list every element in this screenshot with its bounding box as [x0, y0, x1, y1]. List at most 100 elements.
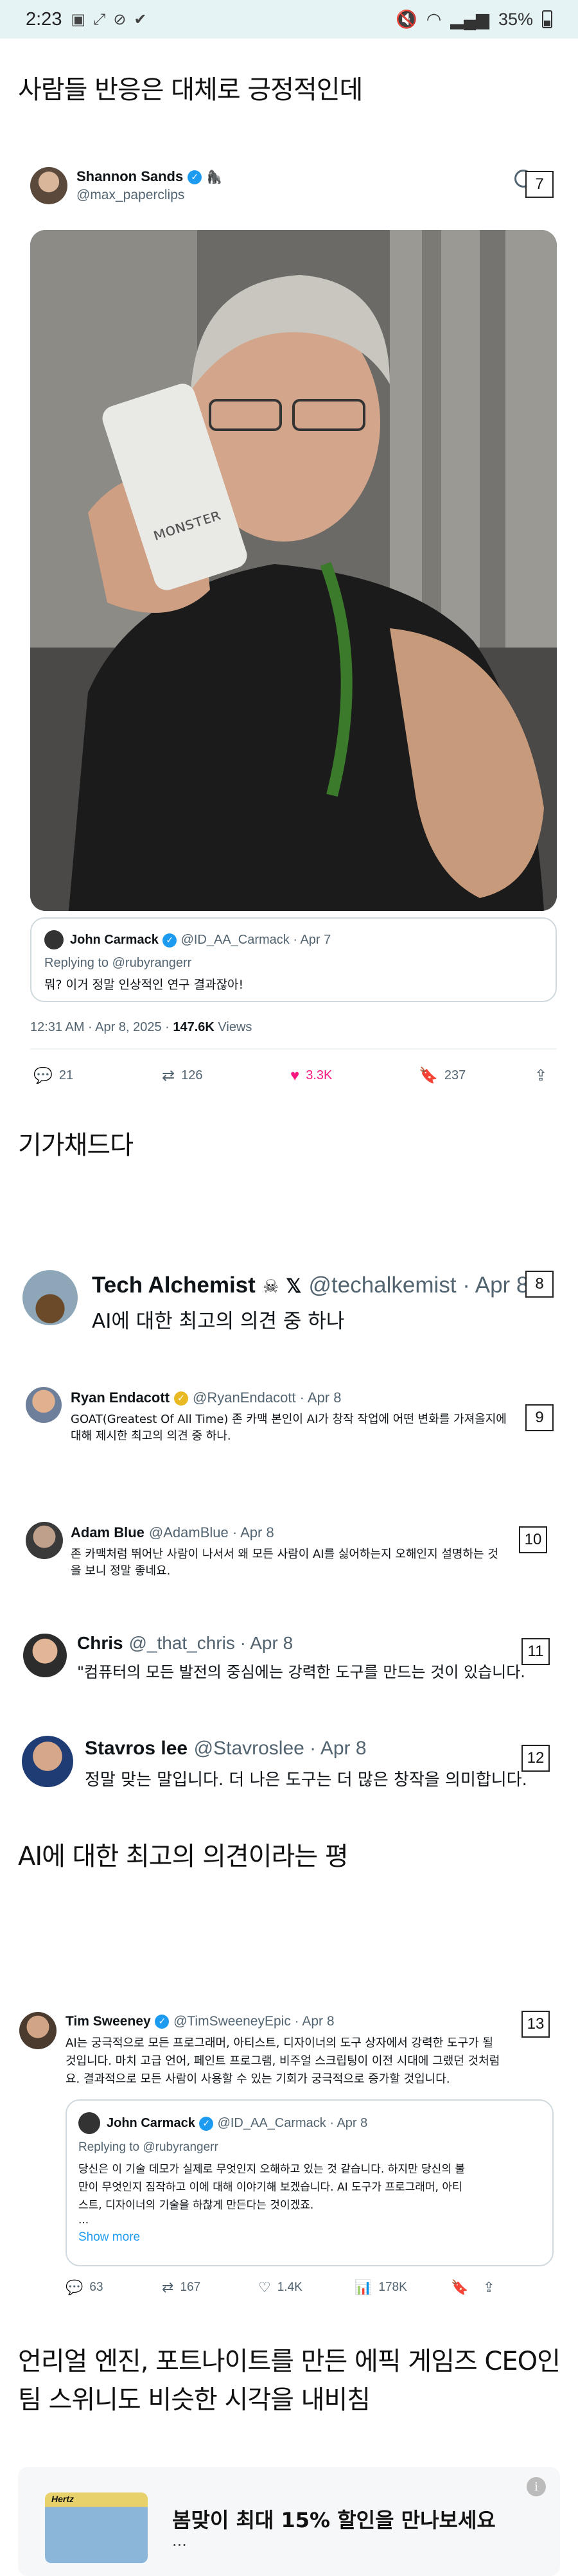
- tweet-text-line2: 것입니다. 마치 고급 언어, 페인트 프로그램, 비주얼 스크립팅이 이전 시…: [66, 2054, 500, 2068]
- retweet-button[interactable]: ⇄ 126: [162, 1066, 290, 1085]
- verified-icon: ✓: [188, 170, 202, 184]
- like-button[interactable]: ♡ 1.4K: [258, 2279, 355, 2296]
- share-icon: ⇪: [534, 1067, 548, 1084]
- author-name[interactable]: Shannon Sands: [76, 168, 183, 184]
- tweet-text-line3: 요. 결과적으로 모든 사람이 사용할 수 있는 기회가 궁극적으로 증가할 것…: [66, 2072, 450, 2086]
- author-handle[interactable]: @RyanEndacott · Apr 8: [193, 1389, 341, 1406]
- tweet-actions-2: 💬 63 ⇄ 167 ♡ 1.4K 📊 178K 🔖 ⇪: [66, 2279, 554, 2296]
- avatar[interactable]: [23, 1634, 67, 1677]
- author-handle[interactable]: @AdamBlue · Apr 8: [149, 1524, 274, 1540]
- tweet-stavros-lee: Stavros lee @Stavroslee · Apr 8 정말 맞는 말입…: [19, 1728, 559, 1799]
- wifi-icon: ◠: [426, 9, 442, 29]
- tweet-photo[interactable]: ᴍᴏɴsᴛᴇʀ: [30, 230, 557, 911]
- retweet-button[interactable]: ⇄ 167: [162, 2279, 258, 2296]
- quoted-tweet-carmack[interactable]: John Carmack ✓ @ID_AA_Carmack · Apr 7 Re…: [30, 917, 557, 1002]
- views-icon: 📊: [355, 2279, 372, 2295]
- quote-ellipsis: ...: [78, 2214, 89, 2227]
- heart-outline-icon: ♡: [258, 2279, 271, 2295]
- paperclip-emoji-icon: 🦍: [206, 169, 223, 184]
- author-handle[interactable]: @Stavroslee · Apr 8: [194, 1738, 367, 1759]
- quote-text: 뭐? 이거 정말 인상적인 연구 결과잖아!: [44, 978, 244, 992]
- ad-title[interactable]: 봄맞이 최대 15% 할인을 만나보세요: [172, 2504, 496, 2534]
- quoted-tweet-carmack-2[interactable]: John Carmack ✓ @ID_AA_Carmack · Apr 8 Re…: [66, 2099, 554, 2266]
- tweet-text-line1: AI는 궁극적으로 모든 프로그래머, 아티스트, 디자이너의 도구 상자에서 …: [66, 2036, 493, 2050]
- quote-author-handle: @ID_AA_Carmack · Apr 8: [217, 2116, 368, 2130]
- avatar[interactable]: [22, 1270, 78, 1325]
- tweet-actions: 💬 21 ⇄ 126 ♥ 3.3K 🔖 237 ⇪: [33, 1066, 560, 1085]
- bookmark-button[interactable]: 🔖: [451, 2279, 483, 2296]
- author-name[interactable]: Tim Sweeney: [66, 2014, 151, 2029]
- annotation-badge: 12: [521, 1745, 550, 1772]
- ad-info-icon[interactable]: i: [527, 2477, 546, 2496]
- avatar[interactable]: [26, 1387, 62, 1423]
- photo-illustration: ᴍᴏɴsᴛᴇʀ: [30, 230, 557, 911]
- quote-reply-to: Replying to @rubyrangerr: [44, 956, 192, 970]
- avatar[interactable]: [30, 167, 67, 204]
- tweet-meta: 12:31 AM · Apr 8, 2025 · 147.6K Views: [30, 1020, 252, 1035]
- like-button[interactable]: ♥ 3.3K: [290, 1067, 419, 1085]
- post-text-1: 사람들 반응은 대체로 긍정적인데: [18, 75, 363, 105]
- bookmark-icon: 🔖: [451, 2279, 469, 2295]
- reply-button[interactable]: 💬 21: [33, 1066, 162, 1085]
- bookmark-icon: 🔖: [419, 1067, 438, 1084]
- quote-author-handle: @ID_AA_Carmack · Apr 7: [180, 933, 331, 947]
- annotation-badge: 13: [521, 2011, 550, 2038]
- author-handle[interactable]: @TimSweeneyEpic · Apr 8: [173, 2014, 334, 2029]
- quote-author-name: John Carmack: [107, 2116, 195, 2130]
- skull-icon: ☠: [262, 1276, 279, 1297]
- author-name[interactable]: Chris: [77, 1633, 123, 1653]
- ad-banner[interactable]: Hertz 봄맞이 최대 15% 할인을 만나보세요 ··· i: [18, 2467, 560, 2576]
- annotation-badge: 10: [519, 1526, 547, 1553]
- signal-icon: ▂▄▆: [450, 9, 489, 29]
- author-name[interactable]: Adam Blue: [71, 1524, 144, 1540]
- author-name[interactable]: Ryan Endacott: [71, 1389, 170, 1406]
- tweet-chris: Chris @_that_chris · Apr 8 "컴퓨터의 모든 발전의 …: [19, 1622, 559, 1693]
- bookmark-button[interactable]: 🔖 237: [419, 1066, 534, 1085]
- no-sync-icon: ⊘: [113, 10, 127, 28]
- post-text-4a: 언리얼 엔진, 포트나이트를 만든 에픽 게임즈 CEO인: [18, 2347, 561, 2376]
- reply-count: 21: [58, 1068, 74, 1082]
- avatar[interactable]: [22, 1736, 73, 1787]
- annotation-badge: 8: [525, 1271, 554, 1298]
- reply-icon: 💬: [33, 1067, 53, 1084]
- views-count: 178K: [378, 2280, 407, 2294]
- author-name[interactable]: Stavros lee: [85, 1738, 188, 1759]
- views-button[interactable]: 📊 178K: [355, 2279, 451, 2296]
- tweet-text-line2: 대해 제시한 최고의 의견 중 하나.: [71, 1429, 231, 1443]
- quote-text-line2: 만이 무엇인지 짐작하고 이에 대해 이야기해 보겠습니다. AI 도구가 프로…: [78, 2181, 462, 2194]
- bookmark-count: 237: [444, 1068, 466, 1082]
- reply-count: 63: [89, 2280, 103, 2294]
- tweet-text-line1: GOAT(Greatest Of All Time) 존 카맥 본인이 AI가 …: [71, 1413, 507, 1426]
- avatar[interactable]: [19, 2012, 57, 2049]
- annotation-badge: 7: [525, 171, 554, 198]
- author-handle[interactable]: @techalkemist · Apr 8: [309, 1273, 529, 1298]
- status-right: 🔇 ◠ ▂▄▆ 35%: [396, 9, 552, 30]
- show-more-link[interactable]: Show more: [78, 2230, 140, 2245]
- reply-button[interactable]: 💬 63: [66, 2279, 162, 2296]
- ad-subtitle: ···: [172, 2536, 187, 2554]
- share-button[interactable]: ⇪: [483, 2279, 495, 2296]
- status-bar: 2:23 ▣ ⤢ ⊘ ✔ 🔇 ◠ ▂▄▆ 35%: [0, 0, 578, 39]
- annotation-badge: 11: [521, 1638, 550, 1665]
- battery-level: 35%: [498, 9, 533, 29]
- verified-gold-icon: ✓: [174, 1391, 189, 1406]
- retweet-icon: ⇄: [162, 2279, 174, 2295]
- quote-text-line1: 당신은 이 기술 데모가 실제로 무엇인지 오해하고 있는 것 같습니다. 하지…: [78, 2163, 466, 2176]
- share-button[interactable]: ⇪: [534, 1066, 547, 1085]
- resize-icon: ⤢: [93, 10, 106, 28]
- author-handle[interactable]: @_that_chris · Apr 8: [128, 1633, 293, 1653]
- author-handle[interactable]: @max_paperclips: [76, 188, 184, 203]
- clock: 2:23: [26, 8, 62, 30]
- tweet-time: 12:31 AM · Apr 8, 2025 ·: [30, 1020, 173, 1034]
- quote-avatar: [44, 930, 64, 949]
- avatar[interactable]: [26, 1522, 63, 1559]
- tweet-tech-alchemist: Tech Alchemist ☠ 𝕏 @techalkemist · Apr 8…: [19, 1262, 559, 1339]
- quote-text-line3: 스트, 디자이너의 기술을 하찮게 만든다는 것이겠죠.: [78, 2199, 314, 2212]
- post-text-3: AI에 대한 최고의 의견이라는 평: [18, 1842, 349, 1871]
- tweet-text: 정말 맞는 말입니다. 더 나은 도구는 더 많은 창작을 의미합니다.: [85, 1770, 527, 1790]
- ad-image: Hertz: [45, 2492, 148, 2563]
- annotation-badge: 9: [525, 1404, 554, 1431]
- tweet-ryan-endacott: Ryan Endacott ✓ @RyanEndacott · Apr 8 GO…: [19, 1378, 559, 1461]
- author-name[interactable]: Tech Alchemist: [92, 1273, 256, 1298]
- quote-reply-to: Replying to @rubyrangerr: [78, 2140, 218, 2154]
